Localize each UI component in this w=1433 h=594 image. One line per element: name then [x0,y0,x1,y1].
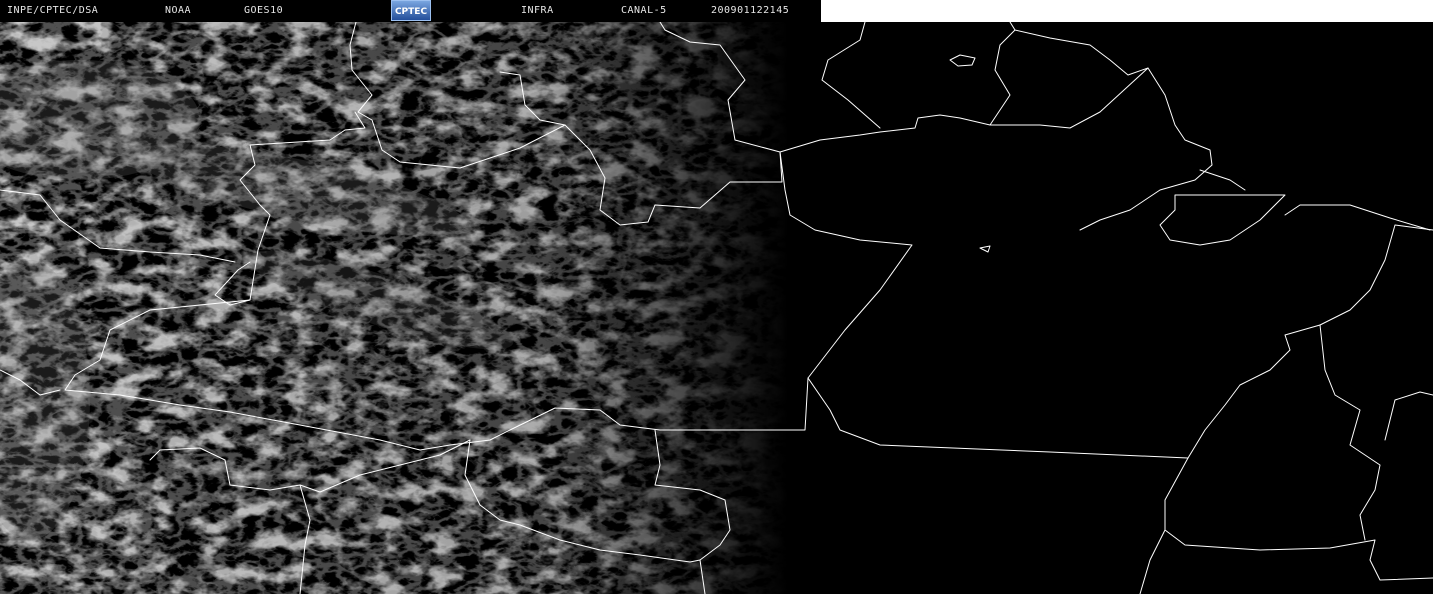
header-blank-area [821,0,1433,22]
image-header-bar: INPE/CPTEC/DSA NOAA GOES10 CPTEC INFRA C… [0,0,821,22]
cptec-logo: CPTEC [391,0,431,21]
cloud-layer [0,22,1433,594]
satellite-label: GOES10 [244,5,284,16]
source-label: INPE/CPTEC/DSA [7,5,99,16]
timestamp-label: 200901122145 [711,5,790,16]
image-type-label: INFRA [521,5,554,16]
satellite-map [0,21,1433,594]
agency-label: NOAA [165,5,192,16]
satellite-image-viewer: INPE/CPTEC/DSA NOAA GOES10 CPTEC INFRA C… [0,0,1433,594]
channel-label: CANAL-5 [621,5,667,16]
